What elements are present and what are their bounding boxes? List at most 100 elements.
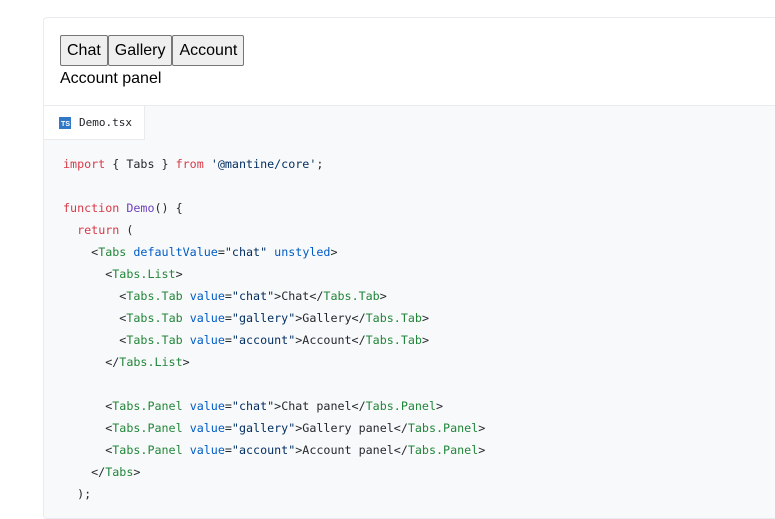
code-line: );	[63, 483, 485, 505]
code-line: </Tabs.List>	[63, 351, 485, 373]
code-token: >	[436, 399, 444, 413]
code-line: <Tabs.Panel value="gallery">Gallery pane…	[63, 417, 485, 439]
code-token: Tabs.Panel	[112, 399, 183, 413]
code-token: "account"	[231, 443, 296, 457]
code-token: Tabs.Tab	[126, 333, 183, 347]
code-line: return (	[63, 219, 485, 241]
tab-account[interactable]: Account	[172, 35, 245, 66]
code-token: >Chat</	[274, 289, 324, 303]
code-token: Tabs.Tab	[126, 311, 183, 325]
code-token: value	[189, 443, 225, 457]
code-token: Tabs.Panel	[407, 421, 479, 435]
code-token: >Gallery panel</	[295, 421, 408, 435]
code-token: "gallery"	[231, 311, 296, 325]
code-token: value	[189, 333, 225, 347]
code-token: >	[182, 355, 190, 369]
file-tab-bar: TS Demo.tsx	[44, 106, 775, 140]
code-token: >	[133, 465, 141, 479]
code-line: <Tabs.Tab value="chat">Chat</Tabs.Tab>	[63, 285, 485, 307]
code-token: <	[63, 333, 127, 347]
code-line: <Tabs.Tab value="account">Account</Tabs.…	[63, 329, 485, 351]
code-token: Tabs.Panel	[112, 421, 183, 435]
code-token: "chat"	[231, 289, 275, 303]
code-token: <	[63, 267, 113, 281]
code-token: Tabs.Tab	[126, 289, 183, 303]
code-line: ​	[63, 175, 485, 197]
demo-preview: Chat Gallery Account Account panel	[44, 18, 775, 106]
code-token: <	[63, 421, 113, 435]
code-token: </	[63, 355, 120, 369]
code-token: >Gallery</	[295, 311, 366, 325]
code-token: from	[175, 157, 204, 171]
code-token: =	[224, 333, 232, 347]
code-token: Tabs.List	[119, 355, 183, 369]
code-line: function Demo() {	[63, 197, 485, 219]
code-token: import	[63, 157, 106, 171]
code-token: "gallery"	[231, 421, 296, 435]
code-token: <	[63, 245, 99, 259]
code-line: ​	[63, 373, 485, 395]
code-token: =	[224, 443, 232, 457]
code-token: "account"	[231, 333, 296, 347]
code-token: ;	[316, 157, 324, 171]
active-tab-panel: Account panel	[60, 70, 162, 87]
code-token: (	[119, 223, 134, 237]
code-token: <	[63, 289, 127, 303]
code-token: Tabs	[105, 465, 134, 479]
code-token: <	[63, 311, 127, 325]
tab-chat[interactable]: Chat	[60, 35, 108, 66]
code-token: "chat"	[224, 245, 268, 259]
code-token: >	[478, 421, 486, 435]
typescript-file-icon: TS	[59, 116, 71, 129]
code-line: <Tabs.List>	[63, 263, 485, 285]
code-token: () {	[154, 201, 183, 215]
code-token: >Account</	[295, 333, 366, 347]
code-token: =	[224, 289, 232, 303]
code-token: Tabs.Panel	[112, 443, 183, 457]
code-token: function	[63, 201, 120, 215]
code-line: <Tabs.Panel value="chat">Chat panel</Tab…	[63, 395, 485, 417]
tab-gallery[interactable]: Gallery	[107, 35, 173, 66]
code-block: import { Tabs } from '@mantine/core';​fu…	[63, 153, 485, 505]
code-token: >	[175, 267, 183, 281]
code-token: >	[330, 245, 338, 259]
code-line: <Tabs.Tab value="gallery">Gallery</Tabs.…	[63, 307, 485, 329]
code-line: </Tabs>	[63, 461, 485, 483]
tab-list: Chat Gallery Account	[60, 35, 775, 66]
code-token: value	[189, 421, 225, 435]
demo-card: Chat Gallery Account Account panel TS De…	[43, 17, 775, 519]
code-token: =	[217, 245, 225, 259]
code-token: unstyled	[274, 245, 331, 259]
file-tab-demo-tsx[interactable]: TS Demo.tsx	[44, 106, 145, 140]
code-token: Tabs	[98, 245, 127, 259]
code-token: value	[189, 289, 225, 303]
code-token: <	[63, 399, 113, 413]
code-token: </	[63, 465, 106, 479]
code-token: =	[224, 421, 232, 435]
code-token: Tabs.Panel	[407, 443, 479, 457]
code-token: value	[189, 311, 225, 325]
code-token: defaultValue	[133, 245, 218, 259]
code-token: >	[478, 443, 486, 457]
code-token: >	[421, 311, 429, 325]
code-token: );	[63, 487, 92, 501]
code-token: Tabs.Tab	[365, 311, 422, 325]
code-area: TS Demo.tsx import { Tabs } from '@manti…	[44, 106, 775, 518]
code-token: >	[421, 333, 429, 347]
code-token: >Chat panel</	[274, 399, 366, 413]
code-token: { Tabs }	[105, 157, 176, 171]
file-tab-label: Demo.tsx	[79, 116, 132, 129]
code-token: "chat"	[231, 399, 275, 413]
code-token: '@mantine/core'	[210, 157, 317, 171]
code-token: Tabs.Tab	[323, 289, 380, 303]
code-line: <Tabs.Panel value="account">Account pane…	[63, 439, 485, 461]
code-token: value	[189, 399, 225, 413]
code-token: Tabs.Panel	[365, 399, 437, 413]
code-token: return	[77, 223, 120, 237]
